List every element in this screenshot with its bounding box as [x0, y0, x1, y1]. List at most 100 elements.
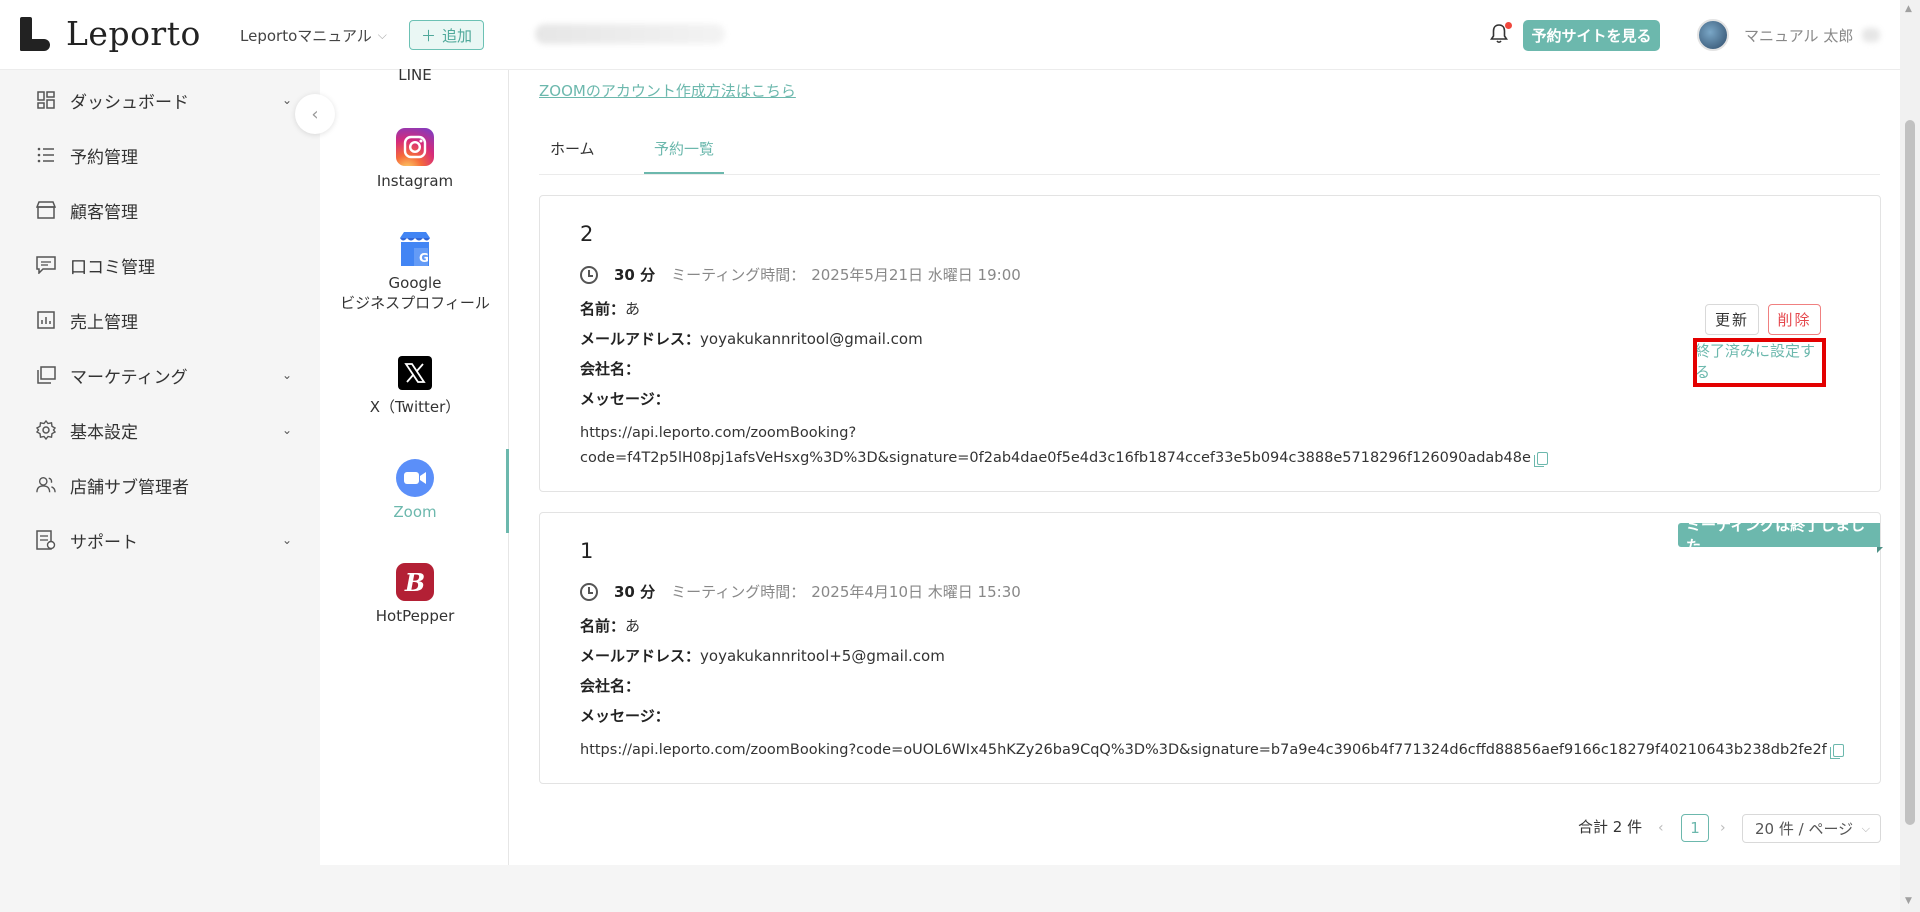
booking-company-field: 会社名：	[580, 358, 640, 379]
sidebar-item-basic-settings[interactable]: 基本設定 ⌄	[36, 412, 292, 448]
organization-select[interactable]: Leportoマニュアル ⌵	[240, 25, 387, 46]
integration-instagram[interactable]: Instagram	[330, 128, 500, 190]
booking-meta: 30 分 ミーティング時間： 2025年5月21日 水曜日 19:00	[580, 264, 1021, 285]
name-label: 名前：	[580, 300, 626, 318]
sidebar-item-label: 店舗サブ管理者	[70, 477, 189, 498]
badge-ribbon-tail	[1877, 547, 1883, 553]
integration-zoom[interactable]: Zoom	[330, 459, 500, 521]
logo-mark-icon	[20, 16, 50, 51]
clock-icon	[580, 265, 598, 284]
tab-home[interactable]: ホーム	[550, 138, 595, 159]
booking-duration: 30 分	[614, 266, 656, 284]
booking-url[interactable]: https://api.leporto.com/zoomBooking?code…	[580, 738, 1844, 763]
pagination-total: 合計 2 件	[1578, 816, 1642, 837]
zoom-account-guide-link[interactable]: ZOOMのアカウント作成方法はこちら	[539, 80, 796, 101]
avatar[interactable]	[1697, 19, 1729, 51]
sidebar-item-customers[interactable]: 顧客管理	[36, 192, 292, 228]
integration-x-twitter[interactable]: X（Twitter）	[330, 356, 500, 417]
add-button[interactable]: ＋ 追加	[409, 20, 484, 50]
integration-label: Instagram	[376, 172, 454, 190]
chevron-right-icon[interactable]: ›	[1720, 820, 1726, 836]
page-number-button[interactable]: 1	[1681, 814, 1709, 842]
chevron-down-icon: ⌄	[281, 423, 292, 437]
integration-hotpepper[interactable]: B HotPepper	[330, 563, 500, 625]
sidebar-item-sub-admins[interactable]: 店舗サブ管理者	[36, 467, 292, 503]
message-label: メッセージ：	[580, 390, 670, 408]
sidebar-item-support[interactable]: サポート ⌄	[36, 522, 292, 558]
google-business-icon: G	[396, 230, 434, 268]
user-name[interactable]: マニュアル 太郎	[1744, 25, 1853, 46]
sidebar-item-sales[interactable]: 売上管理	[36, 302, 292, 338]
booking-email-field: メールアドレス：yoyakukannritool@gmail.com	[580, 328, 923, 349]
booking-number: 2	[580, 222, 594, 246]
scroll-down-arrow-icon[interactable]: ▼	[1905, 896, 1912, 906]
email-label: メールアドレス：	[580, 330, 701, 348]
sidebar-item-label: ダッシュボード	[70, 92, 189, 113]
top-header: Leporto Leportoマニュアル ⌵ ＋ 追加 予約サイトを見る マニュ…	[0, 0, 1900, 70]
tab-booking-list[interactable]: 予約一覧	[654, 138, 714, 159]
chevron-down-icon: ⌄	[281, 368, 292, 382]
meeting-ended-badge: ミーティングは終了しました	[1678, 516, 1880, 555]
copy-icon	[36, 365, 56, 385]
x-twitter-icon	[398, 356, 432, 390]
sidebar-item-reservations[interactable]: 予約管理	[36, 137, 292, 173]
name-value: あ	[625, 617, 641, 635]
chevron-left-icon[interactable]: ‹	[1658, 820, 1664, 836]
integration-label-secondary: ビジネスプロフィール	[340, 294, 490, 312]
sidebar-item-marketing[interactable]: マーケティング ⌄	[36, 357, 292, 393]
sidebar-item-reviews[interactable]: 口コミ管理	[36, 247, 292, 283]
scroll-up-arrow-icon[interactable]: ▲	[1905, 4, 1912, 14]
highlight-annotation-box	[1693, 338, 1826, 387]
sidebar-item-dashboard[interactable]: ダッシュボード ⌄	[36, 82, 292, 118]
delete-button[interactable]: 削除	[1768, 304, 1821, 335]
company-label: 会社名：	[580, 360, 641, 378]
booking-company-field: 会社名：	[580, 675, 640, 696]
document-icon	[36, 530, 56, 550]
view-booking-site-button[interactable]: 予約サイトを見る	[1523, 20, 1660, 51]
copy-icon[interactable]	[1829, 743, 1844, 759]
meeting-time-label: ミーティング時間：	[671, 583, 806, 601]
clock-icon	[580, 582, 598, 601]
integration-label: Google	[388, 274, 442, 292]
scrollbar-thumb[interactable]	[1905, 120, 1915, 825]
blurred-page-title	[535, 24, 725, 44]
organization-select-label: Leportoマニュアル	[240, 27, 372, 45]
email-label: メールアドレス：	[580, 647, 701, 665]
leporto-logo[interactable]: Leporto	[20, 14, 201, 53]
sidebar-item-label: 顧客管理	[70, 202, 138, 223]
booking-url-line2: code=f4T2p5lH08pj1afsVeHsxg%3D%3D&signat…	[580, 450, 1531, 466]
user-menu-blur	[1862, 28, 1880, 42]
page-size-select[interactable]: 20 件 / ページ ⌵	[1742, 814, 1881, 843]
message-label: メッセージ：	[580, 707, 670, 725]
page-size-label: 20 件 / ページ	[1755, 820, 1854, 838]
notification-dot	[1505, 22, 1512, 29]
sidebar-collapse-button[interactable]: ‹	[295, 94, 335, 134]
booking-card: 2 30 分 ミーティング時間： 2025年5月21日 水曜日 19:00 名前…	[539, 195, 1881, 492]
update-button[interactable]: 更新	[1705, 304, 1759, 335]
plus-icon: ＋	[420, 26, 436, 45]
integration-line[interactable]: LINE	[330, 66, 500, 84]
copy-icon[interactable]	[1533, 451, 1548, 467]
booking-url-line1: https://api.leporto.com/zoomBooking?code…	[580, 742, 1827, 758]
sidebar-item-label: マーケティング	[70, 367, 188, 388]
users-icon	[36, 475, 56, 495]
meeting-time-label: ミーティング時間：	[671, 266, 806, 284]
sidebar-item-label: 売上管理	[70, 312, 138, 333]
chevron-down-icon: ⌵	[377, 28, 387, 42]
integration-label: X（Twitter）	[369, 398, 461, 416]
tab-bar: ホーム 予約一覧	[539, 130, 1880, 175]
store-icon	[36, 200, 56, 220]
meeting-time-value: 2025年4月10日 木曜日 15:30	[811, 583, 1021, 601]
booking-url[interactable]: https://api.leporto.com/zoomBooking? cod…	[580, 421, 1548, 471]
booking-message-field: メッセージ：	[580, 705, 670, 726]
notification-bell-icon[interactable]	[1488, 22, 1512, 48]
email-value: yoyakukannritool+5@gmail.com	[700, 647, 945, 665]
add-button-label: 追加	[442, 26, 473, 45]
integration-label: HotPepper	[375, 607, 455, 625]
integration-label: Zoom	[393, 503, 437, 521]
hotpepper-icon: B	[396, 563, 434, 601]
chevron-left-icon: ‹	[311, 103, 319, 125]
sidebar-item-label: 口コミ管理	[70, 257, 155, 278]
integration-google-business-profile[interactable]: G Google ビジネスプロフィール	[330, 230, 500, 313]
meeting-time-value: 2025年5月21日 水曜日 19:00	[811, 266, 1021, 284]
